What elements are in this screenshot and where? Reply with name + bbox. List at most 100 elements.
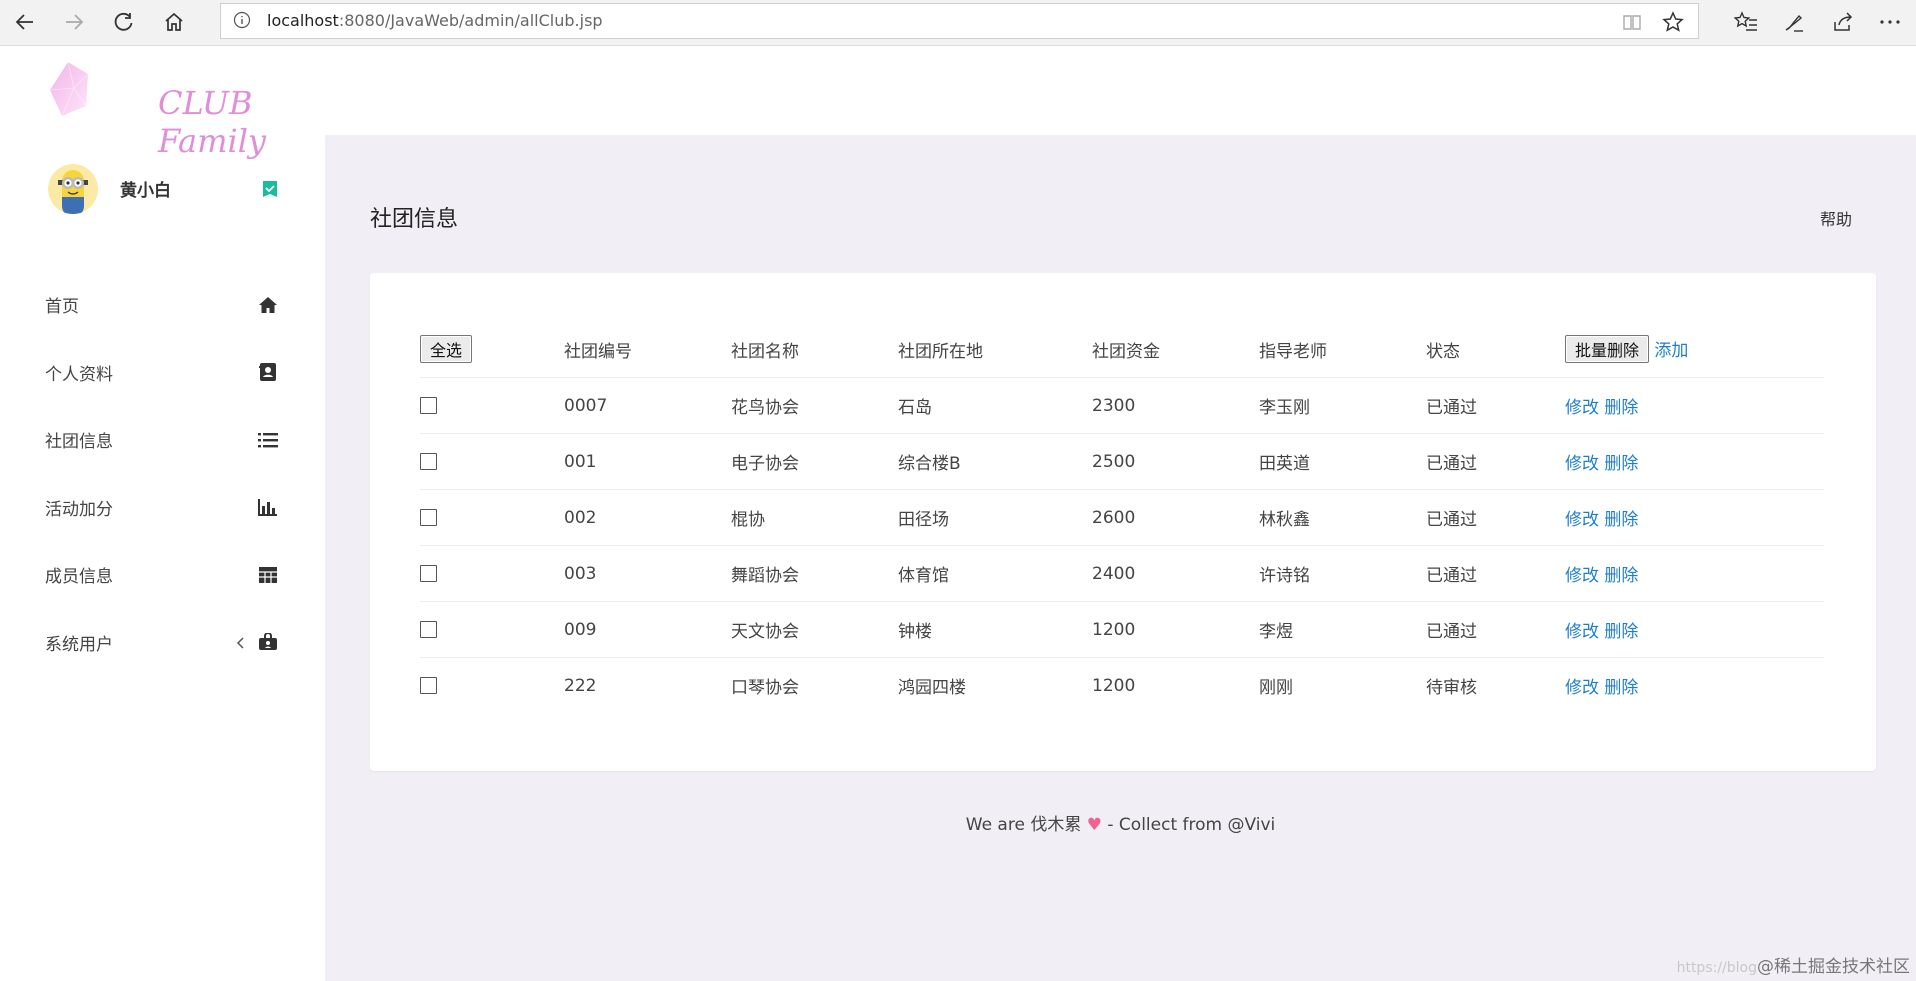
table-row: 009 天文协会 钟楼 1200 李煜 已通过 修改 删除 xyxy=(420,601,1824,658)
contact-card-icon xyxy=(257,361,279,383)
table-row: 222 口琴协会 鸿园四楼 1200 刚刚 待审核 修改 删除 xyxy=(420,658,1824,714)
delete-link[interactable]: 删除 xyxy=(1604,566,1638,586)
cell-status: 已通过 xyxy=(1426,601,1565,658)
sidebar-item-system-users[interactable]: 系统用户 xyxy=(0,609,325,677)
cell-status: 已通过 xyxy=(1426,545,1565,602)
avatar[interactable] xyxy=(48,164,98,214)
footer-suffix: - Collect from @Vivi xyxy=(1107,815,1276,835)
table-row: 001 电子协会 综合楼B 2500 田英道 已通过 修改 删除 xyxy=(420,433,1824,490)
cell-location: 田径场 xyxy=(898,489,1092,546)
sidebar-item-members[interactable]: 成员信息 xyxy=(0,541,325,609)
delete-link[interactable]: 删除 xyxy=(1604,454,1638,474)
info-icon[interactable] xyxy=(233,11,251,29)
delete-link[interactable]: 删除 xyxy=(1604,678,1638,698)
column-header: 社团编号 xyxy=(564,321,731,378)
verified-badge-icon xyxy=(261,180,279,198)
cell-id: 002 xyxy=(564,489,731,546)
sidebar-item-label: 活动加分 xyxy=(45,499,113,520)
row-checkbox[interactable] xyxy=(420,621,437,638)
logo-text: CLUB Family xyxy=(158,84,266,160)
address-bar[interactable]: localhost:8080/JavaWeb/admin/allClub.jsp xyxy=(220,3,1699,39)
cell-funds: 2300 xyxy=(1092,377,1259,434)
user-profile: 黄小白 xyxy=(48,164,288,224)
table-row: 003 舞蹈协会 体育馆 2400 许诗铭 已通过 修改 删除 xyxy=(420,545,1824,602)
sidebar-item-activity-points[interactable]: 活动加分 xyxy=(0,474,325,542)
table-row: 002 棍协 田径场 2600 林秋鑫 已通过 修改 删除 xyxy=(420,489,1824,546)
cell-location: 石岛 xyxy=(898,377,1092,434)
watermark-text: @稀土掘金技术社区 xyxy=(1757,957,1910,977)
share-icon[interactable] xyxy=(1830,9,1856,35)
row-checkbox[interactable] xyxy=(420,677,437,694)
cell-teacher: 田英道 xyxy=(1259,433,1426,490)
sidebar: CLUB Family 黄小白 首页 个人资料 社团信息 活动加分 成员信息 系… xyxy=(0,46,325,981)
cell-funds: 2400 xyxy=(1092,545,1259,602)
cell-status: 已通过 xyxy=(1426,377,1565,434)
sidebar-item-label: 首页 xyxy=(45,297,79,318)
footer-prefix: We are 伐木累 xyxy=(965,815,1082,835)
club-table-card: 全选 社团编号 社团名称 社团所在地 社团资金 指导老师 状态 批量删除 添加 … xyxy=(370,273,1876,771)
edit-link[interactable]: 修改 xyxy=(1565,398,1599,418)
footer: We are 伐木累 ♥ - Collect from @Vivi xyxy=(325,810,1916,835)
browser-toolbar: localhost:8080/JavaWeb/admin/allClub.jsp xyxy=(0,0,1916,46)
cell-location: 鸿园四楼 xyxy=(898,678,966,698)
column-header: 指导老师 xyxy=(1259,321,1426,378)
column-header: 社团名称 xyxy=(731,321,898,378)
logo[interactable]: CLUB Family xyxy=(48,60,348,160)
cell-id: 222 xyxy=(564,675,597,696)
sidebar-item-home[interactable]: 首页 xyxy=(0,271,325,339)
cell-name: 棍协 xyxy=(731,489,898,546)
sidebar-item-club-info[interactable]: 社团信息 xyxy=(0,406,325,474)
row-checkbox[interactable] xyxy=(420,453,437,470)
home-browser-icon[interactable] xyxy=(157,7,191,37)
favorite-star-icon[interactable] xyxy=(1662,11,1684,33)
edit-link[interactable]: 修改 xyxy=(1565,566,1599,586)
cell-teacher: 刚刚 xyxy=(1259,678,1293,698)
row-checkbox[interactable] xyxy=(420,509,437,526)
cell-name: 口琴协会 xyxy=(731,678,799,698)
cell-location: 综合楼B xyxy=(898,433,1092,490)
sidebar-item-profile[interactable]: 个人资料 xyxy=(0,339,325,407)
chevron-left-icon[interactable] xyxy=(234,635,248,649)
more-options-icon[interactable] xyxy=(1877,9,1903,35)
delete-link[interactable]: 删除 xyxy=(1604,622,1638,642)
cell-teacher: 林秋鑫 xyxy=(1259,489,1426,546)
cell-location: 体育馆 xyxy=(898,545,1092,602)
cell-funds: 1200 xyxy=(1092,675,1136,696)
favorites-list-icon[interactable] xyxy=(1733,9,1759,35)
cell-funds: 2500 xyxy=(1092,433,1259,490)
pen-notes-icon[interactable] xyxy=(1781,9,1807,35)
table-header-row: 全选 社团编号 社团名称 社团所在地 社团资金 指导老师 状态 批量删除 添加 xyxy=(420,321,1824,378)
refresh-icon[interactable] xyxy=(107,7,141,37)
edit-link[interactable]: 修改 xyxy=(1565,454,1599,474)
reading-view-icon[interactable] xyxy=(1622,12,1642,32)
row-checkbox[interactable] xyxy=(420,565,437,582)
cell-id: 0007 xyxy=(564,377,731,434)
add-link[interactable]: 添加 xyxy=(1654,341,1688,361)
home-icon xyxy=(257,294,279,316)
select-all-button[interactable]: 全选 xyxy=(420,335,473,363)
watermark: https://blog@稀土掘金技术社区 xyxy=(1677,952,1910,977)
sidebar-item-label: 社团信息 xyxy=(45,432,113,453)
cell-location: 钟楼 xyxy=(898,601,1092,658)
page-title: 社团信息 xyxy=(370,207,459,232)
user-lock-icon xyxy=(257,631,279,653)
edit-link[interactable]: 修改 xyxy=(1565,678,1599,698)
cell-teacher: 李玉刚 xyxy=(1259,377,1426,434)
forward-icon[interactable] xyxy=(57,7,91,37)
edit-link[interactable]: 修改 xyxy=(1565,510,1599,530)
column-header: 社团资金 xyxy=(1092,321,1259,378)
cell-id: 003 xyxy=(564,545,731,602)
help-link[interactable]: 帮助 xyxy=(1820,206,1852,230)
delete-link[interactable]: 删除 xyxy=(1604,510,1638,530)
table-icon xyxy=(257,564,279,586)
heart-icon: ♥ xyxy=(1086,815,1102,835)
batch-delete-button[interactable]: 批量删除 xyxy=(1565,335,1650,363)
row-checkbox[interactable] xyxy=(420,397,437,414)
edit-link[interactable]: 修改 xyxy=(1565,622,1599,642)
url-text[interactable]: localhost:8080/JavaWeb/admin/allClub.jsp xyxy=(267,11,603,30)
sidebar-item-label: 成员信息 xyxy=(45,567,113,588)
back-icon[interactable] xyxy=(8,7,42,37)
cell-funds: 1200 xyxy=(1092,601,1259,658)
delete-link[interactable]: 删除 xyxy=(1604,398,1638,418)
table-row: 0007 花鸟协会 石岛 2300 李玉刚 已通过 修改 删除 xyxy=(420,377,1824,434)
